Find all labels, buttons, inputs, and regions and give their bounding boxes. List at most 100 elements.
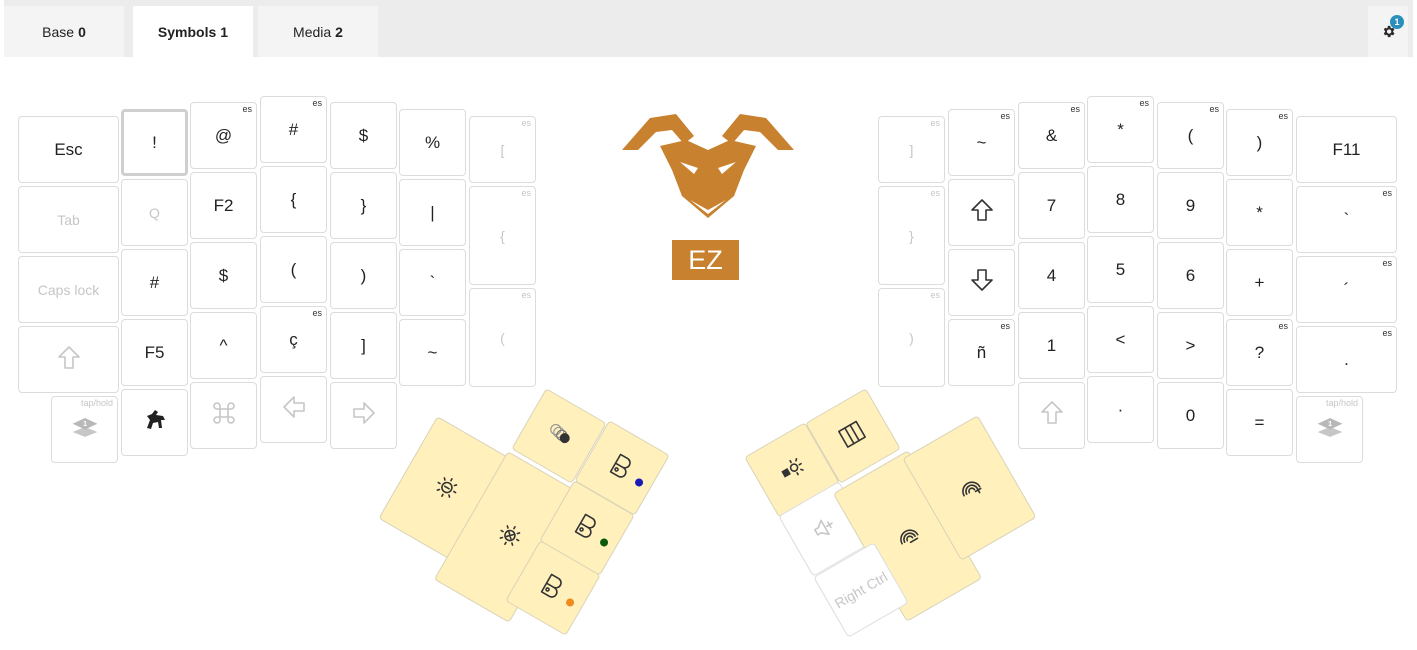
key-58[interactable]: = bbox=[1226, 389, 1293, 456]
key-57[interactable]: ? es bbox=[1226, 319, 1293, 386]
key-label: ! bbox=[152, 132, 157, 152]
key-24[interactable] bbox=[330, 382, 397, 449]
key-label: + bbox=[1254, 272, 1265, 292]
key-label: ) bbox=[1256, 132, 1263, 152]
language-tag: es bbox=[242, 104, 252, 114]
key-50[interactable]: 9 bbox=[1157, 172, 1224, 239]
key-42[interactable]: 1 bbox=[1018, 312, 1085, 379]
key-40[interactable]: 7 bbox=[1018, 172, 1085, 239]
key-46[interactable]: 5 bbox=[1087, 236, 1154, 303]
key-48[interactable]: · bbox=[1087, 376, 1154, 443]
key-29[interactable]: [es bbox=[469, 116, 536, 183]
key-label: } bbox=[360, 195, 367, 215]
key-3[interactable] bbox=[18, 326, 119, 393]
key-61[interactable]: ´ es bbox=[1296, 256, 1397, 323]
ez-logo: EZ bbox=[620, 110, 796, 285]
key-4[interactable]: 1 tap/hold bbox=[51, 396, 118, 463]
brightness-up-icon bbox=[488, 516, 529, 559]
goat-icon bbox=[141, 406, 169, 439]
key-55[interactable]: * bbox=[1226, 179, 1293, 246]
key-30[interactable]: {es bbox=[469, 186, 536, 285]
key-0[interactable]: Esc bbox=[18, 116, 119, 183]
key-62[interactable]: . es bbox=[1296, 326, 1397, 393]
key-17[interactable]: ( bbox=[260, 236, 327, 303]
key-25[interactable]: % bbox=[399, 109, 466, 176]
key-27[interactable]: ` bbox=[399, 249, 466, 316]
tab-label: Base bbox=[42, 23, 75, 40]
key-14[interactable] bbox=[190, 382, 257, 449]
key-label: · bbox=[1117, 399, 1124, 419]
key-28[interactable]: ~ bbox=[399, 319, 466, 386]
tab-base[interactable]: Base 0 bbox=[4, 6, 124, 57]
key-label: } bbox=[909, 227, 914, 244]
key-label: | bbox=[430, 202, 435, 222]
key-51[interactable]: 6 bbox=[1157, 242, 1224, 309]
key-23[interactable]: ] bbox=[330, 312, 397, 379]
key-31[interactable]: (es bbox=[469, 288, 536, 387]
language-tag: es bbox=[521, 118, 531, 128]
macro-icon bbox=[539, 415, 580, 458]
key-18[interactable]: ç es bbox=[260, 306, 327, 373]
key-label: 4 bbox=[1046, 265, 1057, 285]
language-tag: es bbox=[1278, 321, 1288, 331]
key-6[interactable]: Q bbox=[121, 179, 188, 246]
key-label: ( bbox=[1187, 125, 1194, 145]
key-label: @ bbox=[214, 125, 233, 145]
key-label: * bbox=[1256, 202, 1263, 222]
logo-text: EZ bbox=[672, 240, 739, 280]
key-20[interactable]: $ bbox=[330, 102, 397, 169]
key-33[interactable]: } es bbox=[878, 186, 945, 285]
tab-media[interactable]: Media 2 bbox=[258, 6, 378, 57]
key-36[interactable] bbox=[948, 179, 1015, 246]
key-34[interactable]: ) es bbox=[878, 288, 945, 387]
tab-symbols[interactable]: Symbols 1 bbox=[133, 6, 253, 57]
key-5[interactable]: ! bbox=[121, 109, 188, 176]
key-label: ^ bbox=[219, 335, 228, 355]
key-26[interactable]: | bbox=[399, 179, 466, 246]
key-60[interactable]: ` es bbox=[1296, 186, 1397, 253]
key-22[interactable]: ) bbox=[330, 242, 397, 309]
key-label: 7 bbox=[1046, 195, 1057, 215]
key-11[interactable]: F2 bbox=[190, 172, 257, 239]
key-41[interactable]: 4 bbox=[1018, 242, 1085, 309]
key-2[interactable]: Caps lock bbox=[18, 256, 119, 323]
settings-button[interactable]: 1 bbox=[1368, 6, 1408, 57]
key-label: & bbox=[1045, 125, 1058, 145]
key-63[interactable]: 1 tap/hold bbox=[1296, 396, 1363, 463]
key-16[interactable]: { bbox=[260, 166, 327, 233]
key-37[interactable] bbox=[948, 249, 1015, 316]
key-19[interactable] bbox=[260, 376, 327, 443]
key-label: ` bbox=[429, 272, 436, 292]
layer-1-icon: 1 bbox=[71, 413, 99, 446]
key-9[interactable] bbox=[121, 389, 188, 456]
key-52[interactable]: > bbox=[1157, 312, 1224, 379]
key-1[interactable]: Tab bbox=[18, 186, 119, 253]
key-47[interactable]: < bbox=[1087, 306, 1154, 373]
key-12[interactable]: $ bbox=[190, 242, 257, 309]
key-45[interactable]: 8 bbox=[1087, 166, 1154, 233]
key-43[interactable] bbox=[1018, 382, 1085, 449]
profile-color-dot bbox=[598, 537, 610, 548]
key-32[interactable]: ] es bbox=[878, 116, 945, 183]
key-44[interactable]: * es bbox=[1087, 96, 1154, 163]
key-54[interactable]: ) es bbox=[1226, 109, 1293, 176]
key-38[interactable]: ñ es bbox=[948, 319, 1015, 386]
shift-outline-icon bbox=[55, 344, 83, 375]
key-56[interactable]: + bbox=[1226, 249, 1293, 316]
key-49[interactable]: (es bbox=[1157, 102, 1224, 169]
key-8[interactable]: F5 bbox=[121, 319, 188, 386]
key-53[interactable]: 0 bbox=[1157, 382, 1224, 449]
key-35[interactable]: ~ es bbox=[948, 109, 1015, 176]
tab-label: Symbols bbox=[157, 23, 217, 40]
shift-outline-icon bbox=[1038, 399, 1066, 432]
key-label: 5 bbox=[1115, 259, 1126, 279]
key-15[interactable]: # es bbox=[260, 96, 327, 163]
key-13[interactable]: ^ bbox=[190, 312, 257, 379]
key-39[interactable]: & es bbox=[1018, 102, 1085, 169]
key-59[interactable]: F11 bbox=[1296, 116, 1397, 183]
key-10[interactable]: @ es bbox=[190, 102, 257, 169]
spotlight-icon bbox=[772, 449, 813, 492]
key-21[interactable]: } bbox=[330, 172, 397, 239]
layer-1-icon: 1 bbox=[1316, 413, 1344, 446]
key-7[interactable]: # bbox=[121, 249, 188, 316]
